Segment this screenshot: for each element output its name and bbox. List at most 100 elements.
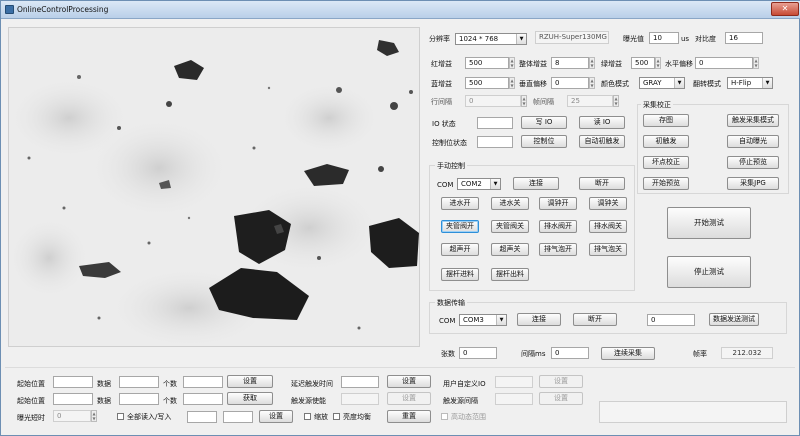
interval-input[interactable]: 0 [551,347,589,359]
auto-exposure-button[interactable]: 自动曝光 [727,135,779,148]
pinch-valve-close-button[interactable]: 夹管阀关 [491,220,529,233]
drain-valve-open-button[interactable]: 排水阀开 [539,220,577,233]
start-pos-input-2[interactable] [53,393,93,405]
read-io-button[interactable]: 读 IO [579,116,625,129]
start-preview-button[interactable]: 开始预览 [643,177,689,190]
start-test-button[interactable]: 开始测试 [667,207,751,239]
red-gain-spinner[interactable]: ▲ ▼ [509,57,515,69]
h-offset-input[interactable]: 0 [695,57,753,69]
io-status-field[interactable] [477,117,513,129]
resolution-select[interactable]: 1024 * 768 ▼ [455,33,527,45]
color-mode-select[interactable]: GRAY ▼ [639,77,685,89]
manual-control-label: 手动控制 [435,161,467,171]
water-in-open-button[interactable]: 进水开 [441,197,479,210]
trigger-capture-mode-button[interactable]: 触发采集模式 [727,114,779,127]
initial-trigger-button[interactable]: 初触发 [643,135,689,148]
drain-valve-close-button[interactable]: 排水阀关 [589,220,627,233]
green-gain-spinner[interactable]: ▲ ▼ [655,57,661,69]
lever-feed-in-button[interactable]: 摆杆进料 [441,268,479,281]
contrast-label: 对比度 [695,35,716,43]
count-input-2[interactable] [183,393,223,405]
control-bit-button[interactable]: 控制位 [521,135,567,148]
contrast-input[interactable]: 16 [725,32,763,44]
degas-close-button[interactable]: 排气泡关 [589,243,627,256]
fps-field: 212.032 [721,347,773,359]
manual-connect-button[interactable]: 连接 [513,177,559,190]
manual-com-label: COM [437,181,454,189]
degas-open-button[interactable]: 排气泡开 [539,243,577,256]
frame-interval-input: 25 [567,95,613,107]
manual-disconnect-button[interactable]: 断开 [579,177,625,190]
trigger-enable-set-button: 设置 [387,392,431,405]
count-label-1: 个数 [163,380,177,388]
particle-image [9,28,419,346]
bad-pixel-correction-button[interactable]: 坏点校正 [643,156,689,169]
ultrasonic-open-button[interactable]: 超声开 [441,243,479,256]
delay-trigger-input[interactable] [341,376,379,388]
read-all-checkbox[interactable] [117,413,124,420]
red-gain-input[interactable]: 500 [465,57,509,69]
start-pos-input-1[interactable] [53,376,93,388]
data-input-1[interactable] [119,376,159,388]
close-button[interactable]: ✕ [771,2,799,16]
chevron-down-icon: ▼ [516,34,526,44]
overall-gain-spinner[interactable]: ▲ ▼ [589,57,595,69]
blue-gain-input[interactable]: 500 [465,77,509,89]
control-status-field[interactable] [477,136,513,148]
h-offset-spinner[interactable]: ▲ ▼ [753,57,759,69]
title-bar: OnlineControlProcessing ✕ [1,1,800,19]
ultrasonic-close-button[interactable]: 超声关 [491,243,529,256]
auto-trigger-button[interactable]: 自动初触发 [579,135,625,148]
zoom-label: 缩放 [314,413,328,421]
reset-button[interactable]: 重置 [387,410,431,423]
capture-jpg-button[interactable]: 采集JPG [727,177,779,190]
write-io-button[interactable]: 写 IO [521,116,567,129]
transfer-disconnect-button[interactable]: 断开 [573,313,617,326]
v-offset-input[interactable]: 0 [551,77,589,89]
color-mode-label: 颜色模式 [601,80,629,88]
green-gain-input[interactable]: 500 [631,57,655,69]
read-all-input-2[interactable] [223,411,253,423]
sheets-input[interactable]: 0 [459,347,497,359]
get-button[interactable]: 获取 [227,392,273,405]
data-send-test-button[interactable]: 数据发送测试 [709,313,759,326]
user-io-input [495,376,533,388]
delay-set-button[interactable]: 设置 [387,375,431,388]
transfer-connect-button[interactable]: 连接 [517,313,561,326]
exposure-input[interactable]: 10 [649,32,679,44]
transfer-com-select[interactable]: COM3 ▼ [459,314,507,326]
lever-feed-out-button[interactable]: 摆杆出料 [491,268,529,281]
exposure-label: 曝光值 [623,35,644,43]
pinch-valve-open-button[interactable]: 夹管阀开 [441,220,479,233]
flip-mode-select[interactable]: H-Flip ▼ [727,77,773,89]
data-input-2[interactable] [119,393,159,405]
set-button-1[interactable]: 设置 [227,375,273,388]
count-input-1[interactable] [183,376,223,388]
brightness-checkbox[interactable] [333,413,340,420]
blue-gain-label: 蓝增益 [431,80,452,88]
water-in-close-button[interactable]: 进水关 [491,197,529,210]
hdr-checkbox [441,413,448,420]
exposure-unit: us [681,35,690,43]
save-image-button[interactable]: 存图 [643,114,689,127]
camera-preview[interactable] [8,27,420,347]
row-interval-label: 行间隔 [431,98,452,106]
adjust-close-button[interactable]: 调钟关 [589,197,627,210]
zoom-checkbox[interactable] [304,413,311,420]
exposure-short-input: 0 [53,410,91,422]
stop-preview-button[interactable]: 停止预览 [727,156,779,169]
continuous-capture-button[interactable]: 连续采集 [601,347,655,360]
overall-gain-label: 整体增益 [519,60,547,68]
set-button-2[interactable]: 设置 [259,410,293,423]
adjust-open-button[interactable]: 调钟开 [539,197,577,210]
transfer-count-input[interactable]: 0 [647,314,695,326]
manual-com-select[interactable]: COM2 ▼ [457,178,501,190]
stop-test-button[interactable]: 停止测试 [667,256,751,288]
chevron-down-icon: ▼ [496,315,506,325]
overall-gain-input[interactable]: 8 [551,57,589,69]
read-all-input-1[interactable] [187,411,217,423]
blue-gain-spinner[interactable]: ▲ ▼ [509,77,515,89]
v-offset-spinner[interactable]: ▲ ▼ [589,77,595,89]
frame-interval-spinner: ▲ ▼ [613,95,619,107]
exposure-short-spinner: ▲ ▼ [91,410,97,422]
